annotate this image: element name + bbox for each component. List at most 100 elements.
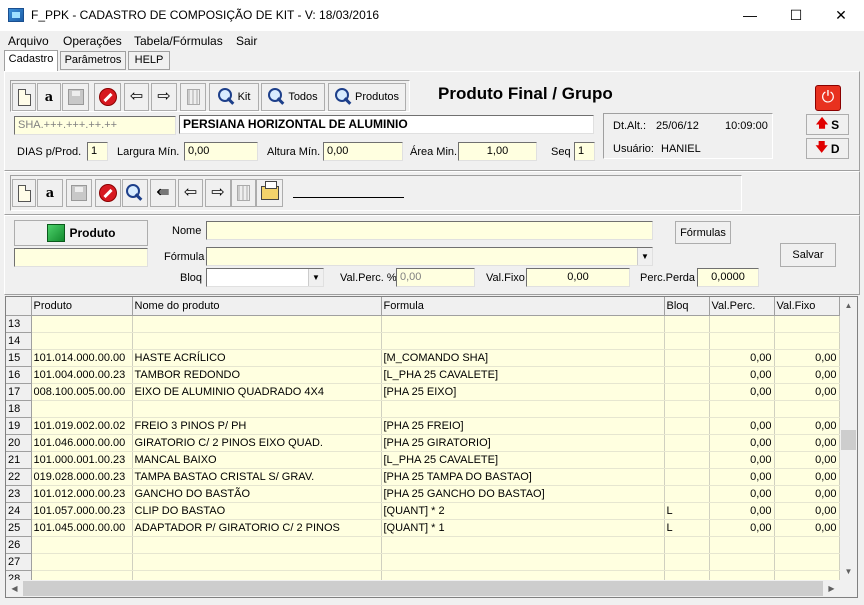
item-previous-button[interactable]: ⇦	[178, 179, 203, 207]
tab-help[interactable]: HELP	[128, 51, 170, 70]
table-cell[interactable]: 0,00	[774, 468, 840, 486]
table-cell[interactable]: GANCHO DO BASTÃO	[132, 485, 382, 503]
row-number[interactable]: 14	[6, 332, 32, 350]
table-row[interactable]: 25 101.045.000.00.00 ADAPTADOR P/ GIRATORI…	[6, 519, 840, 537]
table-cell[interactable]: 101.014.000.00.00	[31, 349, 133, 367]
column-header[interactable]: Val.Fixo	[774, 297, 840, 316]
table-cell[interactable]	[381, 400, 665, 418]
table-cell[interactable]: 101.004.000.00.23	[31, 366, 133, 384]
table-row[interactable]: 20 101.046.000.00.00 GIRATORIO C/ 2 PINOS …	[6, 434, 840, 452]
items-grid[interactable]: Produto Nome do produto Formula Bloq Val.Per…	[5, 296, 858, 598]
row-number[interactable]: 21	[6, 451, 32, 469]
table-cell[interactable]: TAMPA BASTAO CRISTAL S/ GRAV.	[132, 468, 382, 486]
row-number[interactable]: 23	[6, 485, 32, 503]
table-cell[interactable]	[381, 332, 665, 350]
table-cell[interactable]: 0,00	[774, 519, 840, 537]
produto-code-field[interactable]	[14, 248, 148, 267]
table-cell[interactable]	[709, 315, 775, 333]
table-row[interactable]: 21 101.000.001.00.23 MANCAL BAIXO [L_PHA 25…	[6, 451, 840, 469]
chevron-down-icon[interactable]: ▼	[637, 248, 652, 265]
table-cell[interactable]: 0,00	[709, 417, 775, 435]
horizontal-scrollbar[interactable]: ◀ ▶	[6, 580, 840, 597]
largura-field[interactable]: 0,00	[184, 142, 258, 161]
table-row[interactable]: 23 101.012.000.00.23 GANCHO DO BASTÃO [PHA …	[6, 485, 840, 503]
table-cell[interactable]	[664, 400, 710, 418]
table-cell[interactable]: [QUANT] * 2	[381, 502, 665, 520]
nome-field[interactable]	[206, 221, 653, 240]
table-cell[interactable]: 101.019.002.00.02	[31, 417, 133, 435]
product-code-field[interactable]: SHA.+++.+++.++.++	[14, 116, 176, 135]
produtos-search-button[interactable]: Produtos	[328, 83, 406, 111]
table-cell[interactable]: [L_PHA 25 CAVALETE]	[381, 366, 665, 384]
tab-cadastro[interactable]: Cadastro	[4, 50, 58, 71]
save-button[interactable]	[62, 83, 89, 111]
table-cell[interactable]: [PHA 25 GANCHO DO BASTAO]	[381, 485, 665, 503]
item-new-button[interactable]	[12, 179, 36, 207]
vertical-scroll-thumb[interactable]	[841, 430, 856, 450]
table-cell[interactable]	[381, 536, 665, 554]
menu-sair[interactable]: Sair	[236, 34, 257, 48]
column-header[interactable]: Nome do produto	[132, 297, 382, 316]
vertical-scrollbar[interactable]: ▲ ▼	[840, 297, 857, 580]
row-number[interactable]: 22	[6, 468, 32, 486]
item-next-button[interactable]: ⇨	[205, 179, 231, 207]
table-row[interactable]: 19 101.019.002.00.02 FREIO 3 PINOS P/ PH [P…	[6, 417, 840, 435]
column-header[interactable]	[6, 297, 32, 316]
column-header[interactable]: Produto	[31, 297, 133, 316]
column-header[interactable]: Val.Perc.	[709, 297, 775, 316]
table-cell[interactable]	[664, 332, 710, 350]
table-cell[interactable]	[664, 553, 710, 571]
table-cell[interactable]: [PHA 25 FREIO]	[381, 417, 665, 435]
menu-operacoes[interactable]: Operações	[63, 34, 122, 48]
row-number[interactable]: 19	[6, 417, 32, 435]
horizontal-scroll-thumb[interactable]	[23, 581, 823, 596]
item-cancel-button[interactable]	[95, 179, 121, 207]
row-number[interactable]: 20	[6, 434, 32, 452]
dias-field[interactable]: 1	[87, 142, 108, 161]
produto-button[interactable]: Produto	[14, 220, 148, 246]
row-number[interactable]: 26	[6, 536, 32, 554]
table-cell[interactable]	[31, 400, 133, 418]
table-cell[interactable]	[664, 485, 710, 503]
table-row[interactable]: 27	[6, 553, 840, 571]
altura-field[interactable]: 0,00	[323, 142, 403, 161]
menu-tabela-formulas[interactable]: Tabela/Fórmulas	[134, 34, 223, 48]
table-cell[interactable]: 101.012.000.00.23	[31, 485, 133, 503]
formulas-button[interactable]: Fórmulas	[675, 221, 731, 244]
table-cell[interactable]: GIRATORIO C/ 2 PINOS EIXO QUAD.	[132, 434, 382, 452]
table-cell[interactable]	[709, 332, 775, 350]
table-row[interactable]: 18	[6, 400, 840, 418]
item-save-button[interactable]	[66, 179, 92, 207]
row-number[interactable]: 16	[6, 366, 32, 384]
table-cell[interactable]: 0,00	[774, 349, 840, 367]
row-number[interactable]: 18	[6, 400, 32, 418]
table-row[interactable]: 15 101.014.000.00.00 HASTE ACRÍLICO [M_COMA…	[6, 349, 840, 367]
row-number[interactable]: 24	[6, 502, 32, 520]
table-cell[interactable]: 0,00	[774, 451, 840, 469]
maximize-button[interactable]: ☐	[773, 0, 819, 31]
valperc-field[interactable]: 0,00	[396, 268, 475, 287]
table-cell[interactable]: 0,00	[774, 383, 840, 401]
table-cell[interactable]: [L_PHA 25 CAVALETE]	[381, 451, 665, 469]
table-cell[interactable]: CLIP DO BASTAO	[132, 502, 382, 520]
table-cell[interactable]	[664, 434, 710, 452]
power-icon[interactable]	[815, 85, 841, 111]
table-cell[interactable]: 0,00	[774, 434, 840, 452]
table-cell[interactable]: 101.057.000.00.23	[31, 502, 133, 520]
previous-button[interactable]: ⇦	[124, 83, 149, 111]
table-cell[interactable]: 0,00	[709, 451, 775, 469]
table-cell[interactable]	[664, 451, 710, 469]
table-cell[interactable]	[31, 553, 133, 571]
table-cell[interactable]: [PHA 25 GIRATORIO]	[381, 434, 665, 452]
todos-search-button[interactable]: Todos	[261, 83, 325, 111]
table-cell[interactable]: 0,00	[774, 485, 840, 503]
down-d-button[interactable]: 🡇 D	[806, 138, 849, 159]
row-number[interactable]: 25	[6, 519, 32, 537]
table-cell[interactable]	[664, 417, 710, 435]
minimize-button[interactable]: —	[727, 0, 773, 31]
table-cell[interactable]: L	[664, 502, 710, 520]
tab-parametros[interactable]: Parâmetros	[60, 51, 126, 70]
table-cell[interactable]: TAMBOR REDONDO	[132, 366, 382, 384]
scroll-right-icon[interactable]: ▶	[823, 580, 840, 597]
scroll-down-icon[interactable]: ▼	[840, 563, 857, 580]
